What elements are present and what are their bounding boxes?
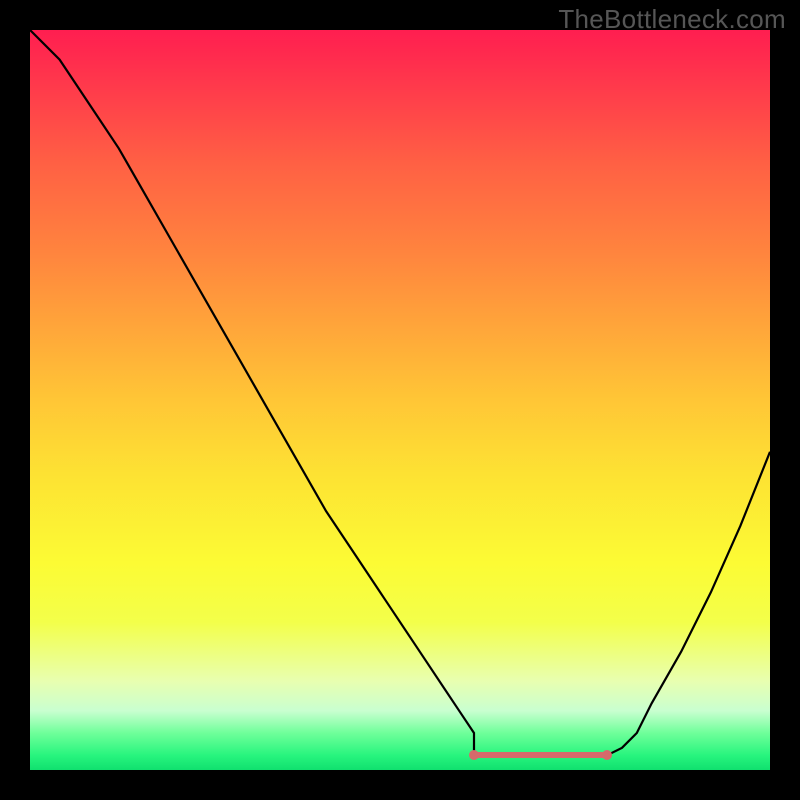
watermark-label: TheBottleneck.com xyxy=(558,4,786,35)
curve-flat-segment xyxy=(474,752,607,758)
chart-plot-area xyxy=(30,30,770,770)
curve-left xyxy=(30,30,474,755)
curve-svg xyxy=(30,30,770,770)
curve-right xyxy=(607,452,770,755)
